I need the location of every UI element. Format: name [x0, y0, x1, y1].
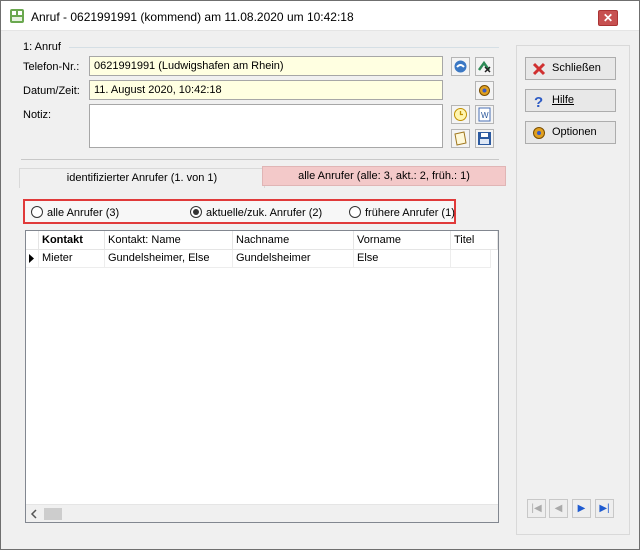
app-icon: [10, 9, 24, 23]
options-button-label: Optionen: [552, 126, 597, 138]
close-button[interactable]: Schließen: [525, 57, 616, 80]
nav-last-button[interactable]: ▶|: [595, 499, 614, 518]
tab-all-callers[interactable]: alle Anrufer (alle: 3, akt.: 2, früh.: 1…: [262, 166, 506, 186]
save-button[interactable]: [475, 129, 494, 148]
horizontal-scrollbar[interactable]: [26, 504, 498, 522]
table-cell[interactable]: Mieter: [39, 250, 105, 268]
options-button[interactable]: Optionen: [525, 121, 616, 144]
notepad-icon: [454, 131, 467, 146]
filter-current-label: aktuelle/zuk. Anrufer (2): [206, 207, 323, 219]
phone-field[interactable]: 0621991991 (Ludwigshafen am Rhein): [89, 56, 443, 76]
svg-text:W: W: [481, 111, 489, 120]
window-close-button[interactable]: ✕: [598, 10, 618, 26]
question-mark-icon: ?: [534, 94, 543, 109]
column-header-contact-name[interactable]: Kontakt: Name: [105, 231, 233, 250]
radio-unchecked-icon: [31, 206, 43, 218]
datetime-label: Datum/Zeit:: [23, 85, 80, 97]
datetime-field[interactable]: 11. August 2020, 10:42:18: [89, 80, 443, 100]
note-label: Notiz:: [23, 109, 52, 121]
note-textarea[interactable]: [89, 104, 443, 148]
svg-text:?: ?: [534, 94, 543, 109]
filter-all-radio[interactable]: alle Anrufer (3): [31, 206, 119, 219]
caller-filter-group: alle Anrufer (3) aktuelle/zuk. Anrufer (…: [23, 199, 456, 224]
scroll-left-icon: [30, 509, 37, 519]
call-back-button[interactable]: [451, 57, 470, 76]
note-template-button[interactable]: [451, 105, 470, 124]
column-header-contact[interactable]: Kontakt: [39, 231, 105, 250]
table-cell[interactable]: [451, 250, 491, 268]
filter-former-radio[interactable]: frühere Anrufer (1): [349, 206, 455, 219]
title-bar[interactable]: Anruf - 0621991991 (kommend) am 11.08.20…: [1, 1, 639, 31]
scrollbar-thumb[interactable]: [44, 508, 62, 520]
nav-prev-button[interactable]: ◀: [549, 499, 568, 518]
table-cell[interactable]: Gundelsheimer, Else: [105, 250, 233, 268]
help-button-label: Hilfe: [552, 94, 575, 106]
filter-former-label: frühere Anrufer (1): [365, 207, 455, 219]
radio-unchecked-icon: [349, 206, 361, 218]
gear-icon: [533, 127, 545, 139]
clock-note-icon: [454, 108, 467, 121]
radio-checked-icon: [190, 206, 202, 218]
column-header-lastname[interactable]: Nachname: [233, 231, 354, 250]
hangup-button[interactable]: [475, 57, 494, 76]
phone-icon: [454, 60, 467, 73]
row-indicator: [26, 250, 39, 268]
table-cell[interactable]: Else: [354, 250, 451, 268]
nav-next-button[interactable]: ▶: [572, 499, 591, 518]
column-header-firstname[interactable]: Vorname: [354, 231, 451, 250]
column-header-title[interactable]: Titel: [451, 231, 498, 250]
filter-all-label: alle Anrufer (3): [47, 207, 120, 219]
datetime-settings-button[interactable]: [475, 81, 494, 100]
table-cell[interactable]: Gundelsheimer: [233, 250, 354, 268]
phone-hangup-icon: [477, 60, 491, 73]
word-export-button[interactable]: W: [475, 105, 494, 124]
call-group-label: 1: Anruf: [23, 41, 61, 53]
section-divider: [21, 159, 499, 160]
current-row-arrow-icon: [29, 254, 34, 263]
side-button-panel: [516, 45, 630, 535]
gear-icon: [479, 85, 490, 96]
call-dialog-window: Anruf - 0621991991 (kommend) am 11.08.20…: [0, 0, 640, 550]
note-edit-button[interactable]: [451, 129, 470, 148]
caller-table[interactable]: Kontakt Kontakt: Name Nachname Vorname T…: [25, 230, 499, 523]
phone-label: Telefon-Nr.:: [23, 61, 80, 73]
window-title: Anruf - 0621991991 (kommend) am 11.08.20…: [31, 10, 354, 24]
tab-identified-caller[interactable]: identifizierter Anrufer (1. von 1): [19, 168, 265, 188]
row-indicator-header: [26, 231, 39, 250]
close-icon: [532, 62, 546, 76]
help-button[interactable]: ? Hilfe: [525, 89, 616, 112]
nav-first-button[interactable]: |◀: [527, 499, 546, 518]
close-button-label: Schließen: [552, 62, 601, 74]
word-document-icon: W: [478, 107, 491, 122]
filter-current-radio[interactable]: aktuelle/zuk. Anrufer (2): [190, 206, 322, 219]
save-icon: [478, 132, 491, 145]
group-divider: [69, 47, 499, 48]
